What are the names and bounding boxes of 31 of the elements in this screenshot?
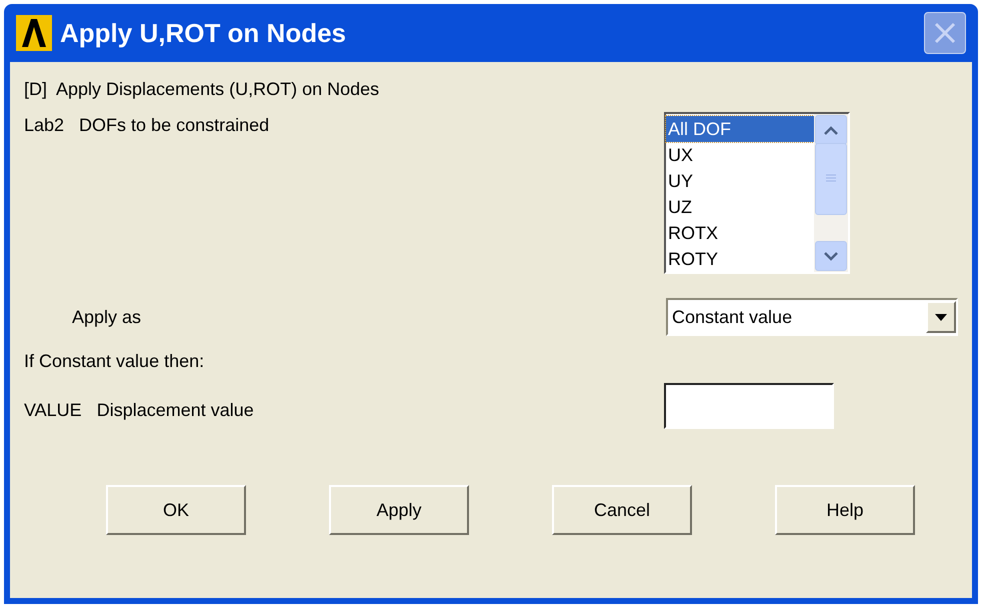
- dialog-button[interactable]: OK: [106, 485, 246, 535]
- apply-as-dropdown[interactable]: Constant value: [666, 298, 958, 336]
- dialog-button[interactable]: Cancel: [552, 485, 692, 535]
- list-item[interactable]: UZ: [666, 194, 814, 220]
- grip-icon: [826, 174, 836, 184]
- scroll-thumb[interactable]: [815, 143, 847, 215]
- dialog-heading: [D] Apply Displacements (U,ROT) on Nodes: [24, 78, 380, 101]
- list-item[interactable]: UY: [666, 168, 814, 194]
- dialog-button[interactable]: Apply: [329, 485, 469, 535]
- field-label: VALUE Displacement value: [24, 399, 254, 422]
- dof-listbox[interactable]: All DOF UX UY UZ ROTX ROTY: [664, 112, 850, 274]
- scroll-up-button[interactable]: [815, 115, 847, 145]
- list-item[interactable]: UX: [666, 142, 814, 168]
- close-icon: [932, 20, 958, 46]
- list-item[interactable]: ROTY: [666, 246, 814, 272]
- list-item[interactable]: ROTX: [666, 220, 814, 246]
- down-caret-icon: [824, 252, 838, 260]
- logo-icon: [16, 15, 52, 51]
- window-title: Apply U,ROT on Nodes: [60, 16, 346, 50]
- note-text: If Constant value then:: [24, 350, 206, 373]
- dropdown-value: Constant value: [671, 306, 794, 328]
- list-item[interactable]: All DOF: [666, 116, 814, 142]
- scrollbar[interactable]: [814, 114, 848, 272]
- input-field[interactable]: [664, 383, 834, 429]
- field-label: Apply as: [71, 306, 142, 329]
- down-triangle-icon: [935, 314, 947, 320]
- scroll-down-button[interactable]: [815, 241, 847, 271]
- dropdown-button[interactable]: [926, 301, 956, 333]
- dialog-button[interactable]: Help: [775, 485, 915, 535]
- up-caret-icon: [824, 126, 838, 134]
- field-label: Lab2 DOFs to be constrained: [24, 114, 270, 137]
